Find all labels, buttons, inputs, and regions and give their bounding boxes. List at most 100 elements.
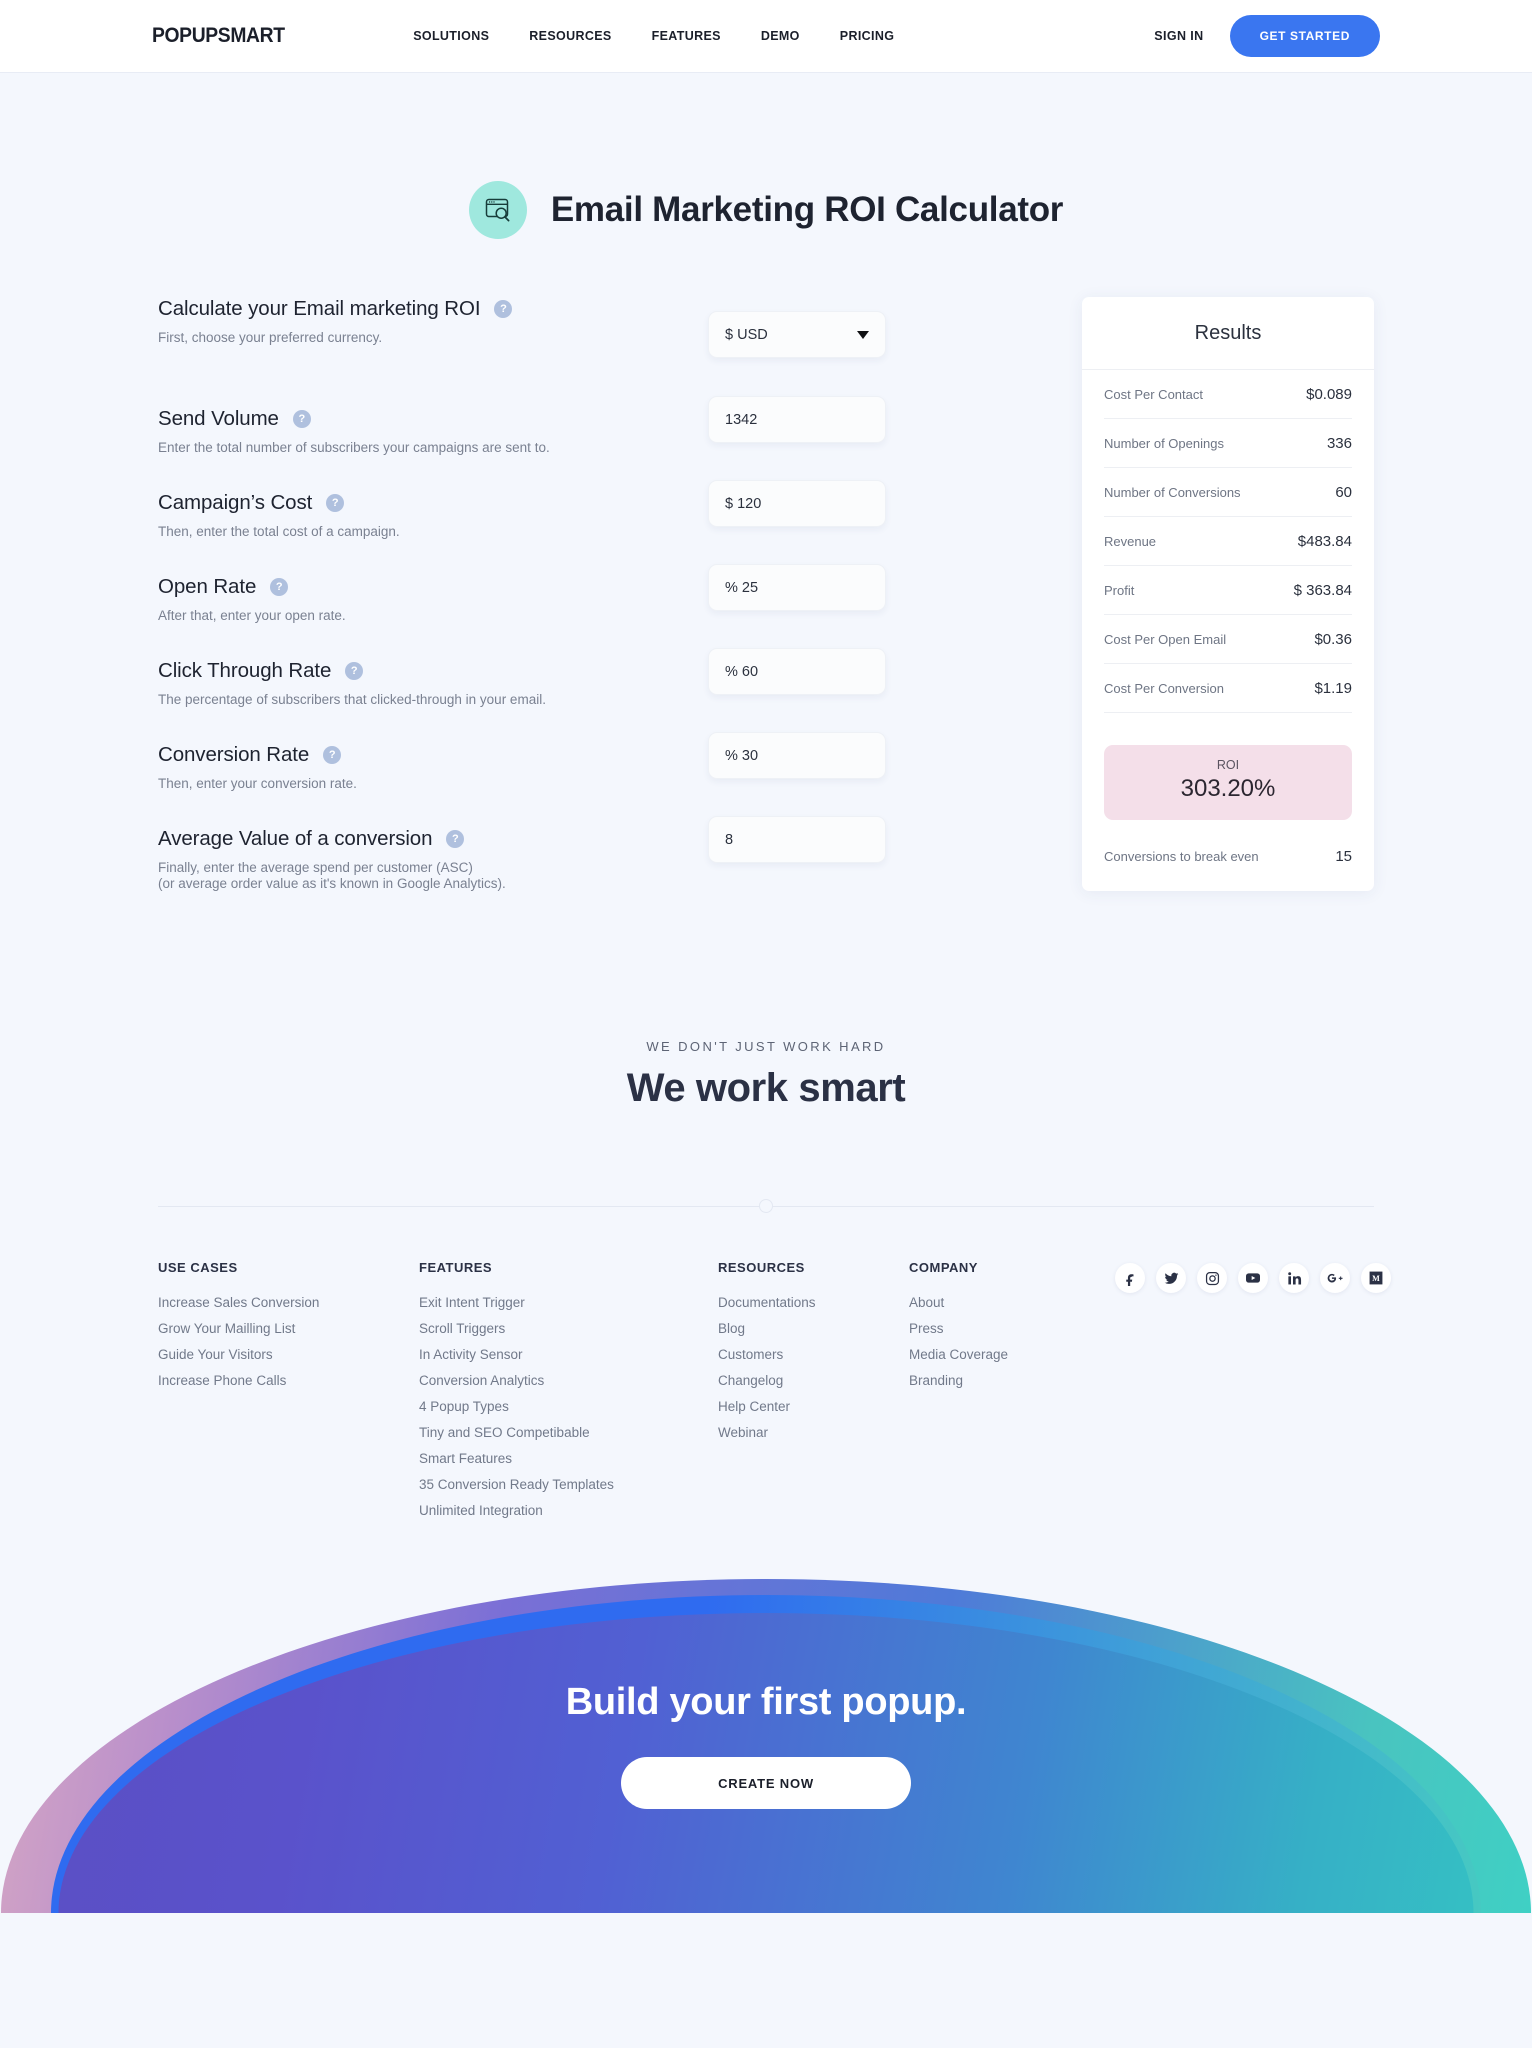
roi-value: 303.20% bbox=[1180, 775, 1276, 802]
footer-link[interactable]: Webinar bbox=[718, 1425, 909, 1440]
result-value: $1.19 bbox=[1314, 680, 1352, 697]
currency-select[interactable]: $ USD bbox=[708, 311, 886, 358]
footer-link[interactable]: Documentations bbox=[718, 1295, 909, 1310]
footer-heading: COMPANY bbox=[909, 1260, 978, 1275]
average-value-input[interactable]: 8 bbox=[708, 816, 886, 863]
results-card: Results Cost Per Contact $0.089 Number o… bbox=[1082, 297, 1374, 891]
field-title: Send Volume bbox=[158, 407, 279, 430]
footer-column-resources: RESOURCES Documentations Blog Customers … bbox=[718, 1260, 909, 1529]
twitter-icon[interactable] bbox=[1156, 1263, 1186, 1293]
results-column: Results Cost Per Contact $0.089 Number o… bbox=[1082, 297, 1374, 891]
open-rate-input[interactable]: % 25 bbox=[708, 564, 886, 611]
roi-highlight-box: ROI 303.20% bbox=[1104, 745, 1352, 820]
nav-item-pricing[interactable]: PRICING bbox=[840, 29, 895, 43]
medium-icon[interactable]: M bbox=[1361, 1263, 1391, 1293]
footer-link[interactable]: Tiny and SEO Competibable bbox=[419, 1425, 718, 1440]
section-divider bbox=[158, 1199, 1374, 1213]
nav-item-resources[interactable]: RESOURCES bbox=[529, 29, 611, 43]
social-links: M bbox=[1115, 1260, 1391, 1529]
header-actions: SIGN IN GET STARTED bbox=[1154, 15, 1380, 57]
footer-link[interactable]: Media Coverage bbox=[909, 1347, 1109, 1362]
help-icon[interactable]: ? bbox=[270, 578, 289, 596]
result-row-cost-per-open-email: Cost Per Open Email $0.36 bbox=[1104, 615, 1352, 664]
nav-item-demo[interactable]: DEMO bbox=[761, 29, 800, 43]
footer-link[interactable]: Increase Phone Calls bbox=[158, 1373, 419, 1388]
footer-link[interactable]: Customers bbox=[718, 1347, 909, 1362]
footer-link[interactable]: Guide Your Visitors bbox=[158, 1347, 419, 1362]
result-row-profit: Profit $ 363.84 bbox=[1104, 566, 1352, 615]
footer-heading: USE CASES bbox=[158, 1260, 238, 1275]
footer-link[interactable]: 4 Popup Types bbox=[419, 1399, 718, 1414]
main-navigation: SOLUTIONS RESOURCES FEATURES DEMO PRICIN… bbox=[413, 29, 894, 43]
footer-link[interactable]: Smart Features bbox=[419, 1451, 718, 1466]
field-label-currency: Calculate your Email marketing ROI ? Fir… bbox=[158, 297, 708, 407]
nav-item-features[interactable]: FEATURES bbox=[652, 29, 721, 43]
help-icon[interactable]: ? bbox=[323, 746, 342, 764]
field-title: Click Through Rate bbox=[158, 659, 332, 682]
footer-link[interactable]: Changelog bbox=[718, 1373, 909, 1388]
result-value: $0.089 bbox=[1306, 386, 1352, 403]
chevron-down-icon bbox=[857, 330, 869, 339]
result-label: Conversions to break even bbox=[1104, 849, 1259, 864]
click-through-rate-input[interactable]: % 60 bbox=[708, 648, 886, 695]
field-description: Then, enter the total cost of a campaign… bbox=[158, 524, 400, 539]
footer-column-company: COMPANY About Press Media Coverage Brand… bbox=[909, 1260, 1109, 1529]
page-title-row: Email Marketing ROI Calculator bbox=[0, 181, 1532, 239]
facebook-icon[interactable] bbox=[1115, 1263, 1145, 1293]
footer-link[interactable]: 35 Conversion Ready Templates bbox=[419, 1477, 718, 1492]
youtube-icon[interactable] bbox=[1238, 1263, 1268, 1293]
footer-link[interactable]: Conversion Analytics bbox=[419, 1373, 718, 1388]
result-row-breakeven: Conversions to break even 15 bbox=[1104, 820, 1352, 891]
field-label-conversion-rate: Conversion Rate ? Then, enter your conve… bbox=[158, 743, 708, 827]
instagram-icon[interactable] bbox=[1197, 1263, 1227, 1293]
result-label: Number of Conversions bbox=[1104, 485, 1241, 500]
get-started-button[interactable]: GET STARTED bbox=[1229, 15, 1380, 57]
footer-link[interactable]: Scroll Triggers bbox=[419, 1321, 718, 1336]
cta-content: Build your first popup. CREATE NOW bbox=[0, 1613, 1532, 1913]
logo[interactable]: POPUPSMART bbox=[152, 24, 285, 48]
linkedin-icon[interactable] bbox=[1279, 1263, 1309, 1293]
nav-item-solutions[interactable]: SOLUTIONS bbox=[413, 29, 489, 43]
footer-link[interactable]: In Activity Sensor bbox=[419, 1347, 718, 1362]
field-label-send-volume: Send Volume ? Enter the total number of … bbox=[158, 407, 708, 491]
footer-link[interactable]: Exit Intent Trigger bbox=[419, 1295, 718, 1310]
footer-link[interactable]: Increase Sales Conversion bbox=[158, 1295, 419, 1310]
result-label: Number of Openings bbox=[1104, 436, 1224, 451]
result-value: $ 363.84 bbox=[1293, 582, 1352, 599]
googleplus-icon[interactable] bbox=[1320, 1263, 1350, 1293]
field-description: First, choose your preferred currency. bbox=[158, 330, 383, 345]
footer-link[interactable]: Branding bbox=[909, 1373, 1109, 1388]
result-row-cost-per-conversion: Cost Per Conversion $1.19 bbox=[1104, 664, 1352, 713]
field-description: Finally, enter the average spend per cus… bbox=[158, 860, 506, 891]
footer-link[interactable]: Grow Your Mailling List bbox=[158, 1321, 419, 1336]
calculator-section: Calculate your Email marketing ROI ? Fir… bbox=[0, 297, 1532, 911]
mid-section: WE DON'T JUST WORK HARD We work smart bbox=[0, 1039, 1532, 1111]
help-icon[interactable]: ? bbox=[345, 662, 364, 680]
help-icon[interactable]: ? bbox=[446, 830, 465, 848]
footer-link[interactable]: About bbox=[909, 1295, 1109, 1310]
field-label-open-rate: Open Rate ? After that, enter your open … bbox=[158, 575, 708, 659]
footer-link[interactable]: Unlimited Integration bbox=[419, 1503, 718, 1518]
help-icon[interactable]: ? bbox=[292, 410, 311, 428]
calculator-inputs-column: $ USD 1342 $ 120 % 25 % 60 % 30 8 bbox=[708, 297, 938, 863]
help-icon[interactable]: ? bbox=[326, 494, 345, 512]
field-title: Average Value of a conversion bbox=[158, 827, 433, 850]
page-title: Email Marketing ROI Calculator bbox=[550, 190, 1064, 229]
field-title: Open Rate bbox=[158, 575, 257, 598]
footer-link[interactable]: Help Center bbox=[718, 1399, 909, 1414]
conversion-rate-input[interactable]: % 30 bbox=[708, 732, 886, 779]
currency-value: $ USD bbox=[725, 326, 768, 343]
footer-link[interactable]: Press bbox=[909, 1321, 1109, 1336]
calculator-labels-column: Calculate your Email marketing ROI ? Fir… bbox=[158, 297, 708, 911]
result-label: Revenue bbox=[1104, 534, 1157, 549]
result-label: Cost Per Contact bbox=[1104, 387, 1203, 402]
create-now-button[interactable]: CREATE NOW bbox=[621, 1757, 911, 1809]
cta-section: Build your first popup. CREATE NOW bbox=[0, 1565, 1532, 1913]
send-volume-input[interactable]: 1342 bbox=[708, 396, 886, 443]
result-value: 60 bbox=[1335, 484, 1352, 501]
footer-link[interactable]: Blog bbox=[718, 1321, 909, 1336]
sign-in-link[interactable]: SIGN IN bbox=[1154, 29, 1203, 43]
help-icon[interactable]: ? bbox=[494, 300, 513, 318]
campaign-cost-input[interactable]: $ 120 bbox=[708, 480, 886, 527]
field-label-campaign-cost: Campaign’s Cost ? Then, enter the total … bbox=[158, 491, 708, 575]
